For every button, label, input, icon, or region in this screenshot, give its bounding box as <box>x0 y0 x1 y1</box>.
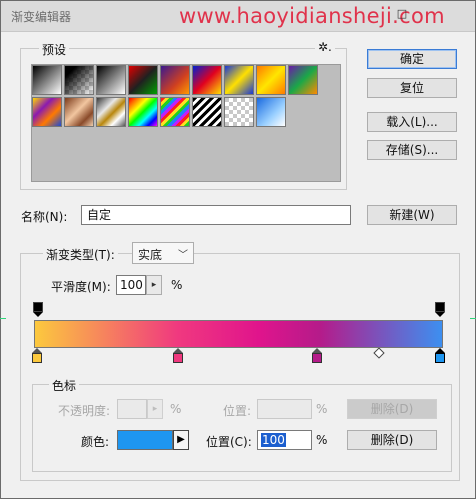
smoothness-label: 平滑度(M): <box>51 280 111 294</box>
color-location-input[interactable]: 100 <box>257 430 312 450</box>
swatch-black-to-white[interactable] <box>96 65 126 95</box>
swatch-violet-green-orange[interactable] <box>288 65 318 95</box>
smoothness-unit: % <box>171 278 183 292</box>
color-location-unit: % <box>316 433 328 447</box>
opacity-location-unit: % <box>316 402 328 416</box>
name-label: 名称(N): <box>21 210 68 224</box>
swatch-transparent-checker[interactable] <box>224 97 254 127</box>
load-button[interactable]: 载入(L)... <box>367 112 457 132</box>
swatch-transparent-stripes[interactable] <box>192 97 222 127</box>
gear-icon[interactable]: ✲. <box>315 40 335 54</box>
swatch-blue-yellow-blue[interactable] <box>224 65 254 95</box>
color-stop-3[interactable] <box>312 353 322 363</box>
swatch-transparent-rainbow[interactable] <box>160 97 190 127</box>
opacity-unit: % <box>170 402 182 416</box>
gradient-type-label: 渐变类型(T): <box>43 246 118 263</box>
opacity-stop-left[interactable] <box>33 302 43 312</box>
chevron-down-icon: ﹀ <box>178 250 188 261</box>
title-bar[interactable]: 渐变编辑器 www.haoyidiansheji.com □ <box>1 1 475 32</box>
swatch-chrome[interactable] <box>96 97 126 127</box>
color-location-label: 位置(C): <box>206 435 252 449</box>
opacity-label: 不透明度: <box>58 404 111 418</box>
opacity-delete-button[interactable]: 删除(D) <box>347 399 437 419</box>
guide-marker-left <box>0 318 6 319</box>
swatch-blue-red-yellow[interactable] <box>192 65 222 95</box>
name-input[interactable]: 自定 <box>81 205 351 225</box>
color-stop-2[interactable] <box>173 353 183 363</box>
smoothness-arrow-button[interactable]: ▸ <box>146 275 162 295</box>
color-location-value: 100 <box>261 433 286 447</box>
stop-color-well[interactable] <box>117 430 173 450</box>
opacity-arrow-button[interactable]: ▸ <box>147 399 163 419</box>
opacity-stop-left-tip <box>33 312 43 317</box>
swatch-red-green[interactable] <box>128 65 158 95</box>
swatch-orange-yellow-orange[interactable] <box>256 65 286 95</box>
gradient-type-select[interactable]: 实底 ﹀ <box>132 242 194 264</box>
opacity-stop-right-tip <box>435 312 445 317</box>
gradient-type-value: 实底 <box>138 248 163 262</box>
swatch-yellow-violet-orange-blue[interactable] <box>32 97 62 127</box>
close-icon[interactable]: □ <box>394 7 410 21</box>
swatch-foreground-to-transparent[interactable] <box>64 65 94 95</box>
opacity-location-label: 位置: <box>223 404 252 418</box>
color-menu-arrow-button[interactable]: ▶ <box>173 430 189 450</box>
preset-swatches <box>31 64 341 182</box>
swatch-copper[interactable] <box>64 97 94 127</box>
color-stop-1[interactable] <box>32 353 42 363</box>
swatch-violet-orange[interactable] <box>160 65 190 95</box>
opacity-location-input[interactable] <box>257 399 312 419</box>
swatch-spectrum[interactable] <box>128 97 158 127</box>
gradient-editor-window: 渐变编辑器 www.haoyidiansheji.com □ 预设 ✲. 确定 … <box>0 0 476 499</box>
ok-button[interactable]: 确定 <box>367 49 457 69</box>
smoothness-input[interactable]: 100 <box>116 275 146 295</box>
guide-marker-right <box>470 318 476 319</box>
opacity-input[interactable] <box>117 399 147 419</box>
new-button[interactable]: 新建(W) <box>367 205 457 225</box>
reset-button[interactable]: 复位 <box>367 78 457 98</box>
color-stop-4-selected[interactable] <box>435 353 445 363</box>
swatch-foreground-to-background[interactable] <box>32 65 62 95</box>
presets-label: 预设 <box>39 41 70 58</box>
opacity-stop-right[interactable] <box>435 302 445 312</box>
gradient-preview-bar[interactable] <box>34 320 443 348</box>
window-title: 渐变编辑器 <box>11 10 72 24</box>
stops-group-label: 色标 <box>49 377 80 394</box>
color-delete-button[interactable]: 删除(D) <box>347 430 437 450</box>
save-button[interactable]: 存储(S)... <box>367 140 457 160</box>
stops-group <box>32 384 452 472</box>
color-label: 颜色: <box>81 435 110 449</box>
swatch-sky-blue[interactable] <box>256 97 286 127</box>
